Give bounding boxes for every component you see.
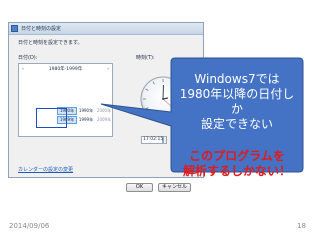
callout-bubble: Windows7では 1980年以降の日付し か 設定できない このプログラムを… — [100, 57, 305, 178]
callout-line: 設定できない — [200, 117, 273, 131]
callout-line: 1980年以降の日付し — [179, 87, 295, 101]
callout-emphasis-line: このプログラムを — [189, 149, 285, 163]
footer-date: 2014/09/06 — [9, 222, 50, 230]
calendar-settings-link[interactable]: カレンダーの設定の変更 — [18, 166, 73, 173]
prev-arrow-icon[interactable]: ‹ — [22, 67, 24, 72]
dialog-titlebar[interactable]: 日付と時刻の設定 — [9, 23, 203, 35]
year-highlight-box — [36, 108, 67, 128]
ok-button[interactable]: OK — [126, 183, 153, 192]
clock-app-icon — [11, 25, 18, 32]
callout-line: か — [230, 102, 243, 116]
callout-emphasis: このプログラムを 解析するしかない！ — [169, 149, 305, 179]
calendar-range-title[interactable]: 1980年-1999年 — [49, 66, 83, 72]
page-number: 18 — [297, 222, 306, 230]
callout-line: Windows7では — [194, 72, 280, 86]
dialog-title: 日付と時刻の設定 — [21, 26, 62, 32]
callout-emphasis-line: 解析するしかない！ — [182, 164, 291, 178]
calendar-cell[interactable]: 1990年 — [77, 108, 95, 114]
calendar-cell[interactable]: 1999年 — [77, 117, 95, 123]
callout-message: Windows7では 1980年以降の日付し か 設定できない — [169, 72, 305, 132]
instruction-text: 日付と時刻を設定できます。 — [18, 40, 83, 46]
cancel-button[interactable]: キャンセル — [158, 183, 191, 192]
date-label: 日付(D): — [18, 55, 38, 61]
